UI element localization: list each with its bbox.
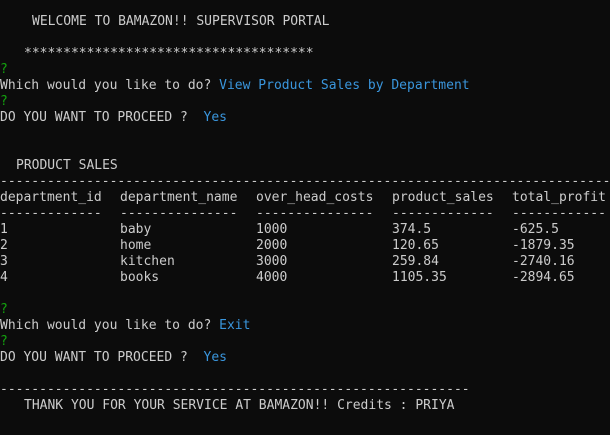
proceed-answer: Yes [203,110,227,125]
cell-department-name: baby [120,222,152,237]
proceed-prompt: DO YOU WANT TO PROCEED ? Yes [0,110,227,126]
column-underline: ------------ [512,206,606,221]
cell-department-id: 3 [0,254,8,269]
cell-department-name: books [120,270,160,285]
column-header: product_sales [392,190,494,205]
cell-over-head-costs: 1000 [256,222,288,237]
column-header: department_name [120,190,238,205]
table-title: PRODUCT SALES [16,158,118,173]
prompt-mark: ? [0,62,8,77]
cell-department-id: 2 [0,238,8,253]
proceed-question: DO YOU WANT TO PROCEED ? [0,110,188,125]
footer-separator: ----------------------------------------… [0,382,470,397]
prompt-mark: ? [0,302,8,317]
cell-product-sales: 259.84 [392,254,439,269]
cell-product-sales: 1105.35 [392,270,447,285]
column-header: total_profit [512,190,606,205]
action-question: Which would you like to do? [0,78,212,93]
proceed-prompt: DO YOU WANT TO PROCEED ? Yes [0,350,227,366]
cell-total-profit: -625.5 [512,222,559,237]
cell-over-head-costs: 4000 [256,270,288,285]
action-question: Which would you like to do? [0,318,212,333]
column-underline: --------------- [256,206,374,221]
welcome-banner: WELCOME TO BAMAZON!! SUPERVISOR PORTAL [32,14,330,29]
cell-total-profit: -1879.35 [512,238,575,253]
cell-product-sales: 374.5 [392,222,432,237]
proceed-question: DO YOU WANT TO PROCEED ? [0,350,188,365]
cell-total-profit: -2740.16 [512,254,575,269]
table-top-separator: ----------------------------------------… [0,174,610,189]
prompt-mark: ? [0,334,8,349]
cell-total-profit: -2894.65 [512,270,575,285]
action-answer: Exit [219,318,251,333]
action-prompt: Which would you like to do? View Product… [0,78,470,94]
terminal-window[interactable]: WELCOME TO BAMAZON!! SUPERVISOR PORTAL *… [0,0,610,435]
cell-department-id: 4 [0,270,8,285]
action-prompt: Which would you like to do? Exit [0,318,250,334]
column-header: department_id [0,190,102,205]
proceed-answer: Yes [203,350,227,365]
cell-department-name: kitchen [120,254,175,269]
cell-department-id: 1 [0,222,8,237]
footer-thanks: THANK YOU FOR YOUR SERVICE AT BAMAZON!! … [24,398,455,413]
column-underline: ------------- [0,206,102,221]
stars-divider: ************************************* [24,46,314,61]
cell-product-sales: 120.65 [392,238,439,253]
column-underline: --------------- [120,206,238,221]
cell-over-head-costs: 2000 [256,238,288,253]
cell-over-head-costs: 3000 [256,254,288,269]
action-answer: View Product Sales by Department [219,78,470,93]
column-header: over_head_costs [256,190,374,205]
prompt-mark: ? [0,94,8,109]
cell-department-name: home [120,238,152,253]
column-underline: ------------- [392,206,494,221]
